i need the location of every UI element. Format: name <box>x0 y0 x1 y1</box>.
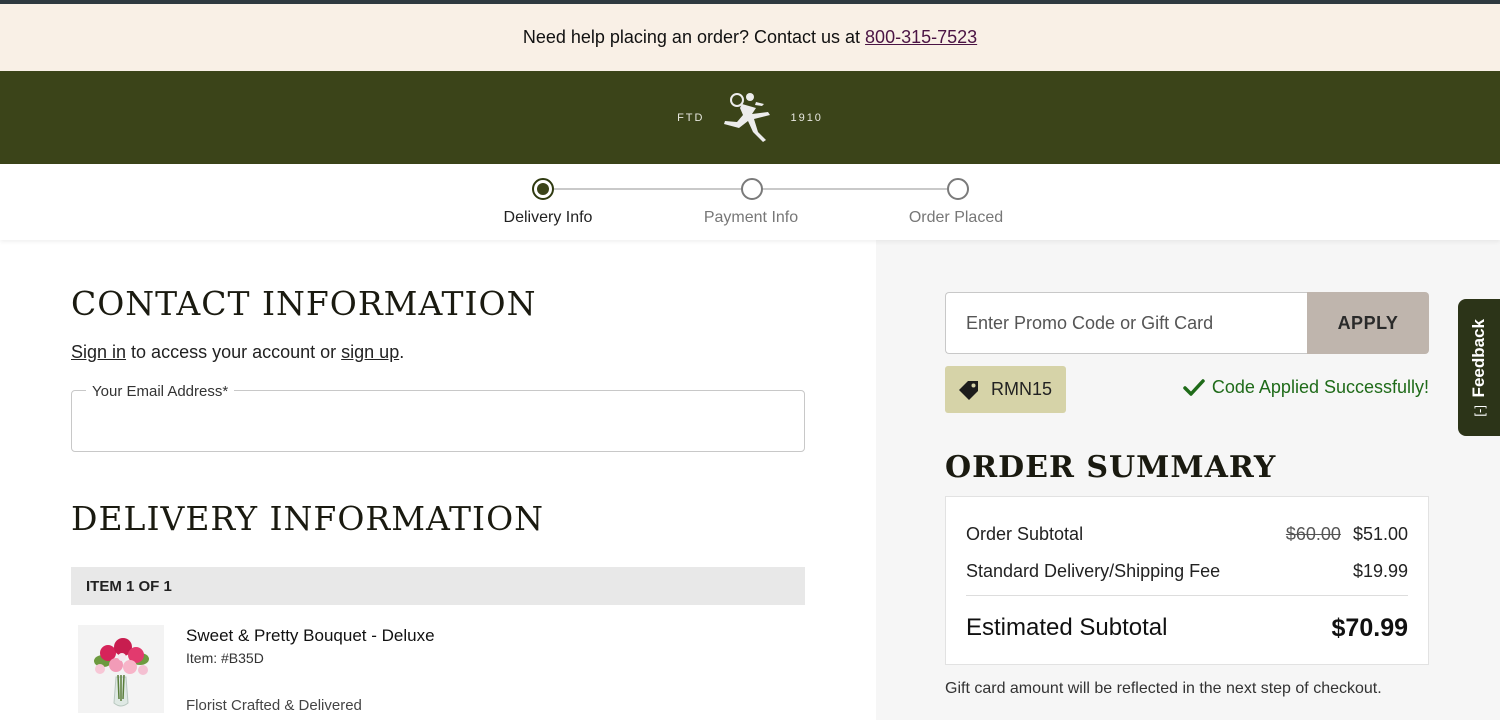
step-dot-order-placed[interactable] <box>947 178 969 200</box>
checkout-form-panel: CONTACT INFORMATION Sign in to access yo… <box>0 240 876 720</box>
step-dot-payment[interactable] <box>741 178 763 200</box>
email-input[interactable] <box>88 409 778 439</box>
item-count-header: ITEM 1 OF 1 <box>71 567 805 605</box>
step-connector-2 <box>762 188 947 190</box>
tag-icon <box>959 380 978 400</box>
step-label-delivery[interactable]: Delivery Info <box>468 209 628 227</box>
order-subtotal-original-price: $60.00 <box>1285 524 1341 544</box>
shipping-fee-label: Standard Delivery/Shipping Fee <box>966 561 1221 581</box>
sign-up-link[interactable]: sign up <box>341 342 399 362</box>
contact-information-title: CONTACT INFORMATION <box>71 284 537 323</box>
signin-line: Sign in to access your account or sign u… <box>71 342 404 363</box>
promo-success-message: Code Applied Successfully! <box>1183 377 1429 398</box>
checkout-stepper: Delivery Info Payment Info Order Placed <box>0 164 1500 240</box>
step-connector-1 <box>554 188 741 190</box>
item-count-text: ITEM 1 OF 1 <box>86 577 172 595</box>
help-phone-link[interactable]: 800-315-7523 <box>865 27 977 48</box>
bouquet-image-icon <box>78 625 164 713</box>
step-dot-delivery[interactable] <box>532 178 554 200</box>
brand-right-text: 1910 <box>790 111 823 124</box>
promo-code-input[interactable] <box>945 292 1308 354</box>
applied-code-chip[interactable]: RMN15 <box>945 366 1066 413</box>
order-subtotal-label: Order Subtotal <box>966 524 1084 544</box>
step-label-payment[interactable]: Payment Info <box>671 209 831 227</box>
mercury-runner-icon <box>724 92 771 142</box>
product-image <box>78 625 164 713</box>
feedback-tab[interactable]: Feedback [-] <box>1458 299 1500 436</box>
email-field[interactable]: Your Email Address* <box>71 383 805 452</box>
estimated-subtotal-row: Estimated Subtotal $70.99 <box>966 614 1408 643</box>
promo-success-text: Code Applied Successfully! <box>1211 377 1429 397</box>
email-label: Your Email Address* <box>86 383 235 400</box>
feedback-label: Feedback <box>1469 318 1488 397</box>
applied-code-text: RMN15 <box>991 379 1053 399</box>
feedback-minimize-icon[interactable]: [-] <box>1472 405 1487 417</box>
order-subtotal-value: $51.00 <box>1352 524 1408 544</box>
product-name: Sweet & Pretty Bouquet - Deluxe <box>186 626 435 645</box>
summary-divider <box>966 595 1408 596</box>
sign-in-link[interactable]: Sign in <box>71 342 126 362</box>
shipping-fee-row: Standard Delivery/Shipping Fee $19.99 <box>966 561 1408 582</box>
step-label-order-placed[interactable]: Order Placed <box>876 209 1036 227</box>
promo-code-form: APPLY <box>945 292 1429 354</box>
apply-promo-button[interactable]: APPLY <box>1307 292 1429 354</box>
brand-logo[interactable]: FTD 1910 <box>677 88 823 148</box>
help-text: Need help placing an order? Contact us a… <box>522 27 861 47</box>
brand-bar: FTD 1910 <box>0 71 1500 164</box>
order-summary-panel: APPLY RMN15 Code Applied Successfully! O… <box>876 240 1500 720</box>
product-fulfillment-note: Florist Crafted & Delivered <box>186 697 362 714</box>
product-id: Item: #B35D <box>186 650 264 666</box>
estimated-subtotal-value: $70.99 <box>1331 614 1408 642</box>
check-icon <box>1183 378 1205 396</box>
brand-left-text: FTD <box>677 111 705 124</box>
order-subtotal-prices: $60.00 $51.00 <box>1286 524 1408 545</box>
order-subtotal-row: Order Subtotal $60.00 $51.00 <box>966 524 1408 545</box>
estimated-subtotal-label: Estimated Subtotal <box>966 614 1168 641</box>
signin-period: . <box>399 342 405 362</box>
order-summary-title: ORDER SUMMARY <box>945 450 1277 485</box>
signin-middle-text: to access your account or <box>126 342 342 362</box>
gift-card-note: Gift card amount will be reflected in th… <box>945 680 1382 697</box>
shipping-fee-value: $19.99 <box>1352 561 1408 581</box>
delivery-information-title: DELIVERY INFORMATION <box>71 499 545 538</box>
order-summary-box: Order Subtotal $60.00 $51.00 Standard Del… <box>945 496 1429 665</box>
help-bar: Need help placing an order? Contact us a… <box>0 4 1500 71</box>
